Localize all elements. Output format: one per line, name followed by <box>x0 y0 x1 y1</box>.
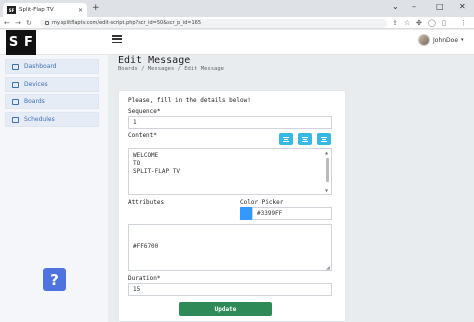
sidebar-item-schedules[interactable]: Schedules <box>5 112 99 127</box>
logo-letter-s: S <box>8 35 19 50</box>
browser-tab[interactable]: SF Split-Flap TV ✕ <box>3 3 87 17</box>
sequence-input[interactable]: 1 <box>128 116 332 129</box>
sidebar-item-boards[interactable]: Boards <box>5 94 99 109</box>
app-logo[interactable]: S F <box>6 30 36 55</box>
align-left-button[interactable] <box>279 133 293 145</box>
align-center-button[interactable] <box>298 133 312 145</box>
tab-close-icon[interactable]: ✕ <box>78 7 83 14</box>
color-picker-label: Color Picker <box>240 199 284 206</box>
sidebar-item-label: Schedules <box>24 116 55 123</box>
resize-handle-icon[interactable]: ◢ <box>326 265 330 271</box>
sidebar-icon[interactable]: ▯ <box>442 18 446 28</box>
sidebar-item-dashboard[interactable]: Dashboard <box>5 59 99 74</box>
sidebar-item-label: Dashboard <box>24 63 57 70</box>
logo-letter-f: F <box>24 35 33 50</box>
page-title: Edit Message <box>118 55 191 66</box>
url-text: my.splitflaptv.com/edit-script.php?scr_i… <box>52 20 201 26</box>
attributes-textarea[interactable]: #FF6700 <box>128 224 332 271</box>
duration-label: Duration* <box>128 275 161 282</box>
lock-icon <box>45 21 49 25</box>
form-intro: Please, fill in the details below! <box>128 97 251 104</box>
puzzle-icon[interactable]: ✤ <box>416 18 422 28</box>
content-line: TO <box>133 160 141 167</box>
update-button[interactable]: Update <box>179 302 272 316</box>
maximize-button[interactable]: □ <box>436 2 444 11</box>
tab-search-icon[interactable]: ⌄ <box>392 2 399 11</box>
browser-tab-strip: SF Split-Flap TV ✕ + ⌄ – □ ✕ <box>0 0 474 17</box>
content-line: SPLIT-FLAP TV <box>133 168 180 175</box>
new-tab-button[interactable]: + <box>92 4 100 13</box>
profile-icon[interactable]: ◯ <box>428 18 436 28</box>
align-right-button[interactable] <box>317 133 331 145</box>
scroll-down-icon[interactable]: ▼ <box>325 188 328 193</box>
forward-icon[interactable]: → <box>15 18 21 28</box>
window-close-button[interactable]: ✕ <box>459 2 466 11</box>
content-label: Content* <box>128 132 157 139</box>
menu-icon[interactable]: ⋮ <box>460 18 467 28</box>
chevron-down-icon[interactable]: ▾ <box>461 37 464 43</box>
minimize-button[interactable]: – <box>412 2 416 11</box>
scroll-up-icon[interactable]: ▲ <box>325 150 328 155</box>
hamburger-menu-icon[interactable] <box>112 35 122 43</box>
content-textarea[interactable]: WELCOME TO SPLIT-FLAP TV <box>128 148 332 195</box>
content-line: WELCOME <box>133 152 159 159</box>
share-icon[interactable]: ⇪ <box>392 18 398 28</box>
duration-input[interactable]: 15 <box>128 283 332 296</box>
star-icon[interactable]: ☆ <box>404 18 410 28</box>
scroll-thumb[interactable] <box>326 158 329 182</box>
favicon-icon: SF <box>7 6 16 14</box>
attributes-label: Attributes <box>128 199 165 206</box>
calendar-icon <box>12 116 19 123</box>
color-swatch[interactable] <box>240 207 252 220</box>
app-header <box>0 30 474 55</box>
sidebar-item-label: Boards <box>24 98 45 105</box>
address-bar[interactable]: my.splitflaptv.com/edit-script.php?scr_i… <box>40 18 387 28</box>
grid-icon <box>12 63 19 70</box>
monitor-icon <box>12 81 19 88</box>
help-button[interactable]: ? <box>43 268 66 291</box>
avatar[interactable] <box>418 34 430 46</box>
tab-title: Split-Flap TV <box>19 7 54 13</box>
sidebar-item-label: Devices <box>24 81 48 88</box>
color-picker-input[interactable]: #3399FF <box>252 207 332 220</box>
sequence-label: Sequence* <box>128 108 161 115</box>
back-icon[interactable]: ← <box>4 18 10 28</box>
user-name[interactable]: JohnDoe <box>433 37 458 44</box>
sidebar-item-devices[interactable]: Devices <box>5 77 99 92</box>
reload-icon[interactable]: ↻ <box>26 18 32 28</box>
content-scrollbar[interactable]: ▲ ▼ <box>325 150 330 193</box>
breadcrumb: Boards / Messages / Edit Message <box>118 66 224 72</box>
attributes-value: #FF6700 <box>133 243 159 250</box>
browser-toolbar: ← → ↻ my.splitflaptv.com/edit-script.php… <box>0 17 474 29</box>
board-icon <box>12 98 19 105</box>
